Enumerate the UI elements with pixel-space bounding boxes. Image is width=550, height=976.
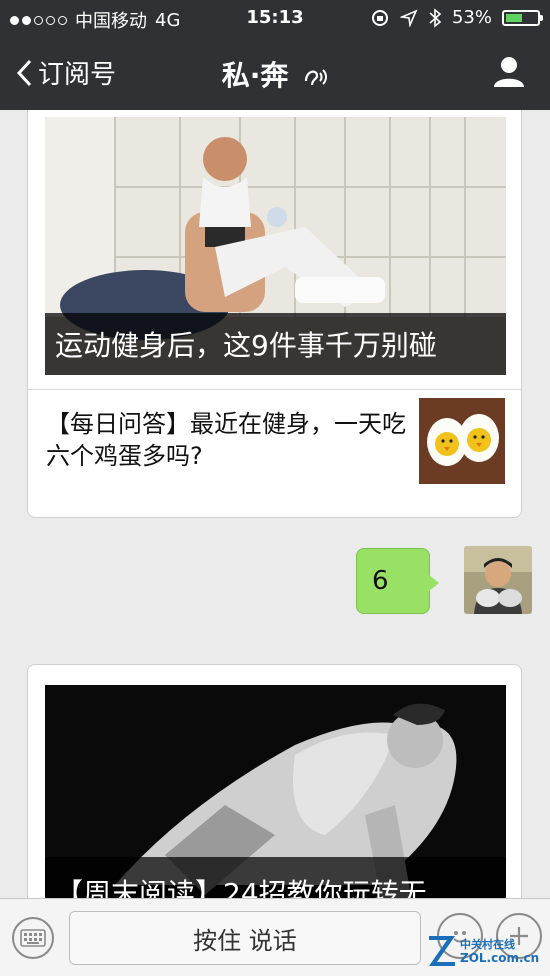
bluetooth-icon [429, 7, 442, 28]
hold-to-talk-label: 按住 说话 [193, 926, 297, 955]
location-icon [399, 8, 418, 27]
article-cover-second[interactable]: 【周末阅读】24招教你玩转无 [45, 685, 506, 898]
user-avatar-image [464, 546, 532, 614]
article-sub-item[interactable]: 【每日问答】最近在健身，一天吃六个鸡蛋多吗? [28, 390, 521, 517]
zol-logo-icon [429, 936, 455, 966]
battery-percent: 53% [451, 7, 492, 28]
message-bubble[interactable]: 6 [356, 548, 439, 614]
cover-caption-2: 【周末阅读】24招教你玩转无 [45, 857, 506, 898]
chat-content[interactable]: 运动健身后，这9件事千万别碰 【每日问答】最近在健身，一天吃六个鸡蛋多吗? 6 … [0, 110, 550, 898]
keyboard-toggle-button[interactable] [12, 917, 54, 959]
article-cover-main[interactable]: 运动健身后，这9件事千万别碰 [45, 117, 506, 375]
hold-to-talk-button[interactable]: 按住 说话 [69, 911, 421, 965]
article-card-2: 【周末阅读】24招教你玩转无 [27, 664, 522, 898]
rotation-lock-icon [371, 9, 388, 26]
profile-button[interactable] [492, 54, 526, 92]
avatar[interactable] [464, 546, 532, 614]
sub-article-title: 【每日问答】最近在健身，一天吃六个鸡蛋多吗? [46, 410, 406, 470]
status-right: 53% [370, 7, 543, 28]
message-row-sent: 6 [352, 546, 532, 618]
watermark-cn: 中关村在线 [460, 938, 515, 951]
sub-article-thumbnail [419, 398, 505, 484]
egg-thumbnail-image [419, 398, 505, 484]
listen-icon [305, 69, 328, 86]
cover-caption: 运动健身后，这9件事千万别碰 [45, 313, 506, 375]
page-title: 私·奔 [0, 54, 550, 94]
watermark-en: ZOL.com.cn [460, 951, 540, 965]
battery-icon [502, 9, 543, 26]
page-title-text: 私·奔 [221, 59, 289, 92]
status-bar: 中国移动 4G 15:13 53% [0, 0, 550, 36]
zol-watermark: 中关村在线 ZOL.com.cn [426, 932, 546, 972]
keyboard-icon [20, 929, 46, 947]
nav-bar: 订阅号 私·奔 [0, 36, 550, 110]
message-text: 6 [372, 566, 389, 596]
person-icon [494, 57, 524, 87]
wechat-chat-screen: 中国移动 4G 15:13 53% 订阅号 私·奔 运动健身后，这9件事千万别碰… [0, 0, 550, 976]
article-card: 运动健身后，这9件事千万别碰 【每日问答】最近在健身，一天吃六个鸡蛋多吗? [27, 110, 522, 518]
